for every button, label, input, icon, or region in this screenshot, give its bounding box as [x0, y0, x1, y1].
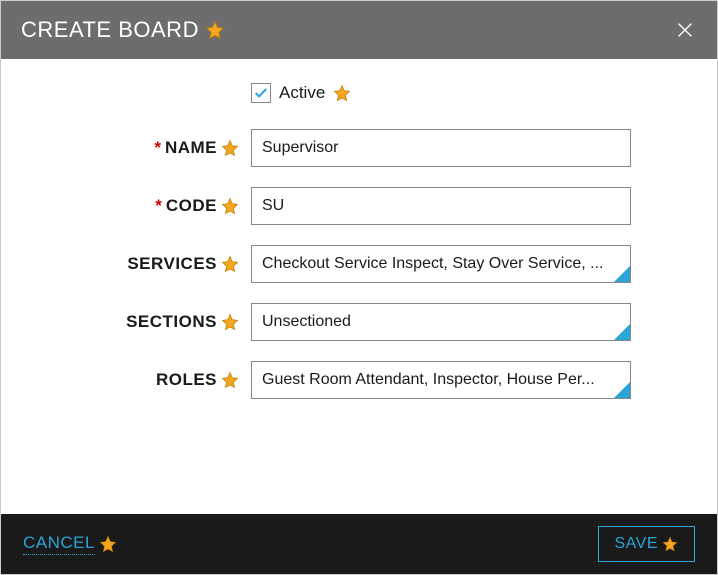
star-icon — [221, 197, 239, 215]
required-mark: * — [154, 138, 161, 158]
roles-label: ROLES — [156, 370, 217, 390]
code-row: *CODE — [51, 187, 667, 225]
sections-dropdown[interactable]: Unsectioned — [251, 303, 631, 341]
roles-label-col: ROLES — [51, 370, 251, 390]
dialog-header: CREATE BOARD — [1, 1, 717, 59]
name-row: *NAME — [51, 129, 667, 167]
star-icon — [221, 255, 239, 273]
code-input[interactable] — [251, 187, 631, 225]
roles-dropdown[interactable]: Guest Room Attendant, Inspector, House P… — [251, 361, 631, 399]
sections-value: Unsectioned — [262, 313, 620, 331]
sections-label-col: SECTIONS — [51, 312, 251, 332]
services-dropdown[interactable]: Checkout Service Inspect, Stay Over Serv… — [251, 245, 631, 283]
roles-field-col: Guest Room Attendant, Inspector, House P… — [251, 361, 631, 399]
roles-row: ROLES Guest Room Attendant, Inspector, H… — [51, 361, 667, 399]
dialog-title: CREATE BOARD — [21, 17, 199, 43]
services-label: SERVICES — [127, 254, 217, 274]
sections-row: SECTIONS Unsectioned — [51, 303, 667, 341]
star-icon — [205, 20, 225, 40]
required-mark: * — [155, 196, 162, 216]
active-label: Active — [279, 83, 325, 103]
code-label: CODE — [166, 196, 217, 216]
cancel-button[interactable]: CANCEL — [23, 533, 95, 555]
services-label-col: SERVICES — [51, 254, 251, 274]
active-checkbox[interactable] — [251, 83, 271, 103]
star-icon — [99, 535, 117, 553]
active-row: Active — [51, 83, 667, 103]
sections-label: SECTIONS — [126, 312, 217, 332]
star-icon — [662, 536, 678, 552]
code-field-col — [251, 187, 631, 225]
code-label-col: *CODE — [51, 196, 251, 216]
dialog-footer: CANCEL SAVE — [1, 514, 717, 574]
name-field-col — [251, 129, 631, 167]
roles-value: Guest Room Attendant, Inspector, House P… — [262, 371, 620, 389]
star-icon — [221, 313, 239, 331]
cancel-wrap[interactable]: CANCEL — [23, 533, 117, 555]
sections-field-col: Unsectioned — [251, 303, 631, 341]
close-button[interactable] — [673, 18, 697, 42]
dialog-title-wrap: CREATE BOARD — [21, 17, 225, 43]
services-value: Checkout Service Inspect, Stay Over Serv… — [262, 255, 620, 273]
active-field-col: Active — [251, 83, 631, 103]
star-icon — [333, 84, 351, 102]
star-icon — [221, 371, 239, 389]
name-input[interactable] — [251, 129, 631, 167]
services-row: SERVICES Checkout Service Inspect, Stay … — [51, 245, 667, 283]
active-checkbox-wrap: Active — [251, 83, 631, 103]
name-label: NAME — [165, 138, 217, 158]
dialog-body: Active *NAME *CODE — [1, 59, 717, 514]
create-board-dialog: CREATE BOARD Active — [0, 0, 718, 575]
name-label-col: *NAME — [51, 138, 251, 158]
save-wrap[interactable]: SAVE — [598, 526, 696, 562]
star-icon — [221, 139, 239, 157]
save-button[interactable]: SAVE — [615, 535, 659, 553]
services-field-col: Checkout Service Inspect, Stay Over Serv… — [251, 245, 631, 283]
